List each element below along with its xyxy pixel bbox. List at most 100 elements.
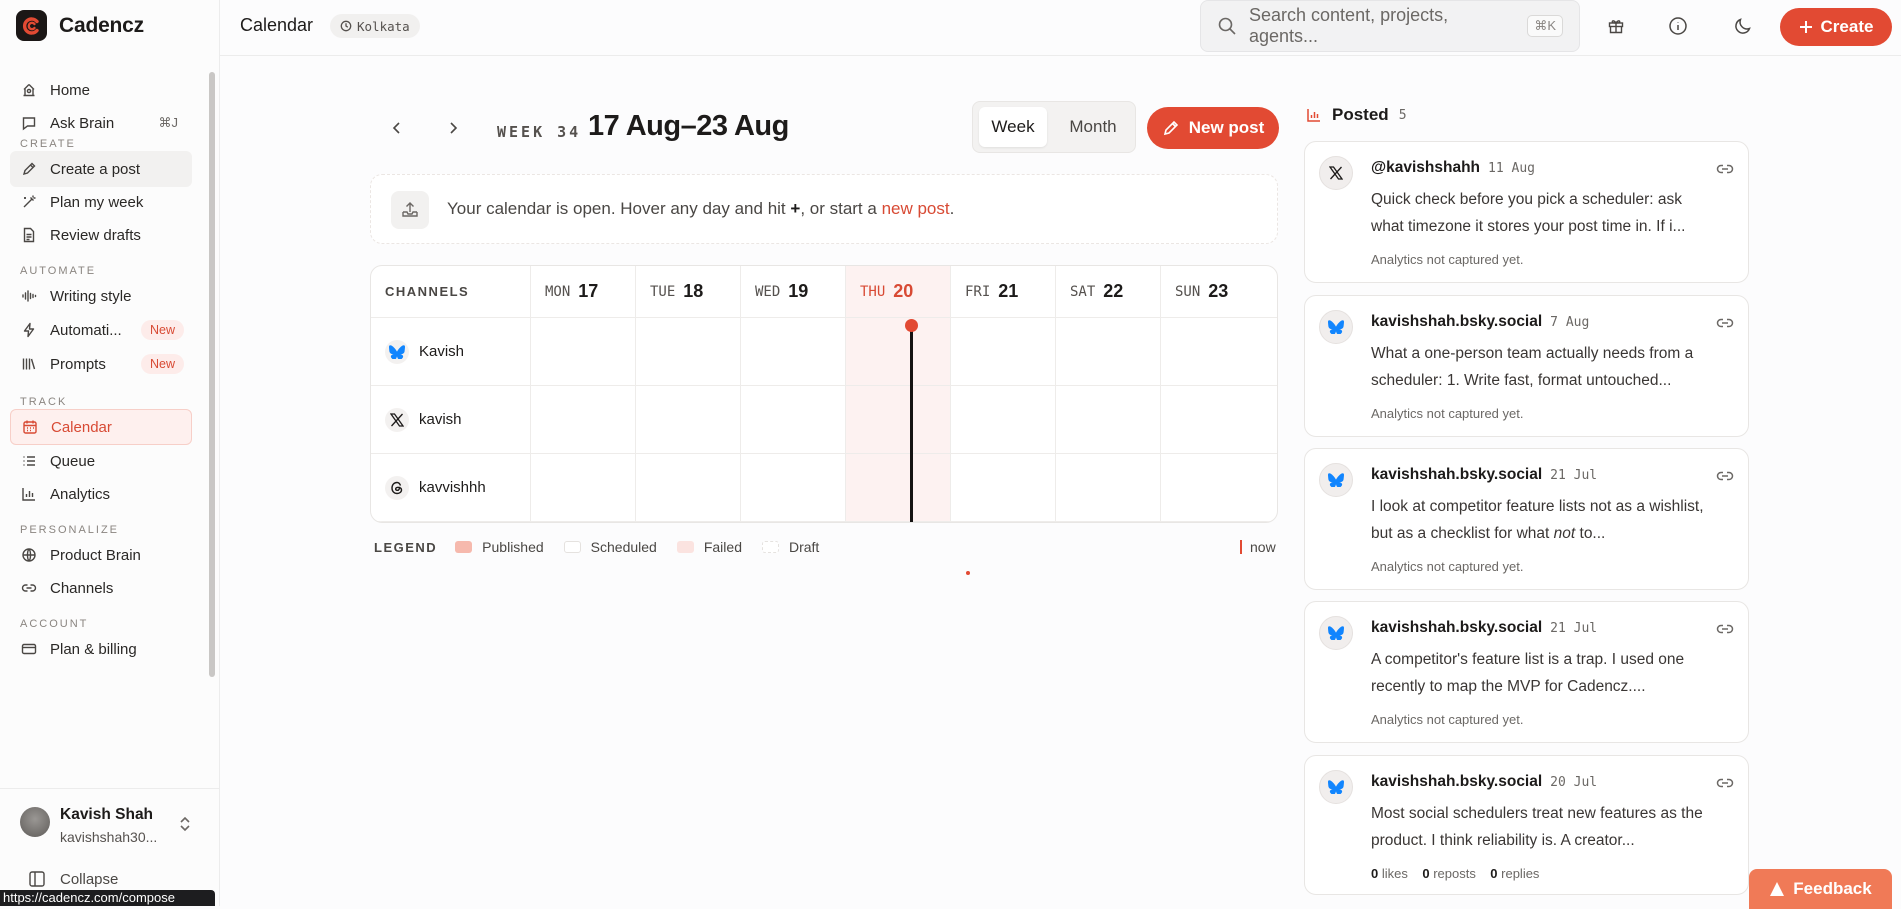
sidebar-item-label: Writing style — [50, 287, 132, 305]
link-icon[interactable] — [1716, 162, 1734, 176]
calendar-cell[interactable] — [741, 454, 846, 522]
calendar-cell[interactable] — [951, 454, 1056, 522]
link-icon[interactable] — [1716, 622, 1734, 636]
new-badge: New — [140, 320, 184, 340]
sidebar-scrollbar[interactable] — [209, 72, 215, 677]
sidebar-item-writing-style[interactable]: Writing style — [10, 278, 192, 314]
calendar-cell[interactable] — [1161, 318, 1277, 386]
sidebar-item-queue[interactable]: Queue — [10, 443, 192, 479]
day-header-wed[interactable]: WED 19 — [741, 266, 846, 318]
section-label-account: ACCOUNT — [20, 618, 89, 630]
timezone-badge[interactable]: Kolkata — [330, 14, 420, 38]
feedback-button[interactable]: Feedback — [1749, 869, 1892, 909]
channel-row-bluesky[interactable]: Kavish — [371, 318, 531, 386]
calendar-cell[interactable] — [741, 318, 846, 386]
calendar-cell[interactable] — [1056, 386, 1161, 454]
link-icon[interactable] — [1716, 316, 1734, 330]
sidebar-item-ask-brain[interactable]: Ask Brain ⌘J — [10, 105, 192, 141]
search-input[interactable]: Search content, projects, agents... ⌘K — [1200, 0, 1580, 52]
posted-card[interactable]: kavishshah.bsky.social 20 Jul Most social … — [1304, 755, 1749, 895]
legend-label: Published — [482, 539, 544, 555]
x-icon — [1319, 156, 1353, 190]
calendar-cell[interactable] — [531, 386, 636, 454]
calendar-cell[interactable] — [951, 318, 1056, 386]
sidebar-item-label: Queue — [50, 452, 96, 470]
day-header-mon[interactable]: MON 17 — [531, 266, 636, 318]
link-icon[interactable] — [1716, 776, 1734, 790]
sidebar-item-analytics[interactable]: Analytics — [10, 476, 192, 512]
post-date: 7 Aug — [1550, 315, 1590, 330]
bluesky-icon — [1319, 770, 1353, 804]
gift-icon[interactable] — [1604, 14, 1628, 38]
pen-icon — [20, 160, 38, 178]
prev-week-button[interactable] — [387, 118, 407, 138]
day-header-fri[interactable]: FRI 21 — [951, 266, 1056, 318]
day-number: 17 — [578, 281, 599, 301]
sidebar-item-plan-week[interactable]: Plan my week — [10, 184, 192, 220]
x-icon — [385, 407, 409, 432]
calendar-cell[interactable] — [1056, 318, 1161, 386]
legend-swatch — [676, 541, 694, 553]
sidebar-item-automations[interactable]: Automati... New — [10, 312, 192, 348]
user-email: kavishshah30... — [60, 829, 158, 845]
new-post-button[interactable]: New post — [1147, 107, 1279, 149]
legend-item-failed: Failed — [676, 539, 742, 555]
week-label: WEEK 34 — [497, 123, 582, 141]
sidebar-item-create-post[interactable]: Create a post — [10, 151, 192, 187]
calendar-open-banner: Your calendar is open. Hover any day and… — [370, 174, 1278, 244]
create-button[interactable]: Create — [1780, 8, 1892, 46]
sidebar-item-label: Product Brain — [50, 546, 141, 564]
calendar-cell[interactable] — [846, 454, 951, 522]
sidebar-item-channels[interactable]: Channels — [10, 570, 192, 606]
calendar-cell[interactable] — [951, 386, 1056, 454]
moon-icon[interactable] — [1731, 14, 1755, 38]
new-post-link[interactable]: new post — [882, 199, 950, 218]
calendar-cell[interactable] — [846, 318, 951, 386]
day-header-thu[interactable]: THU 20 — [846, 266, 951, 318]
posted-card[interactable]: kavishshah.bsky.social 21 Jul I look at co… — [1304, 448, 1749, 590]
calendar-cell[interactable] — [846, 386, 951, 454]
day-header-sun[interactable]: SUN 23 — [1161, 266, 1277, 318]
posted-card[interactable]: kavishshah.bsky.social 7 Aug What a one-pe… — [1304, 295, 1749, 437]
sidebar-item-review-drafts[interactable]: Review drafts — [10, 217, 192, 253]
lightning-icon — [20, 321, 38, 339]
calendar-cell[interactable] — [1161, 386, 1277, 454]
channel-row-x[interactable]: kavish — [371, 386, 531, 454]
sidebar-item-product-brain[interactable]: Product Brain — [10, 537, 192, 573]
view-week-tab[interactable]: Week — [979, 107, 1047, 147]
user-menu[interactable]: Kavish Shah kavishshah30... — [0, 788, 220, 866]
view-month-tab[interactable]: Month — [1055, 107, 1131, 147]
calendar-cell[interactable] — [531, 318, 636, 386]
chevron-left-icon — [392, 122, 400, 134]
logo[interactable]: Cadencz — [16, 10, 144, 41]
sidebar-item-calendar[interactable]: Calendar — [10, 409, 192, 445]
sidebar-item-plan-billing[interactable]: Plan & billing — [10, 631, 192, 667]
sidebar-item-home[interactable]: Home — [10, 72, 192, 108]
info-icon[interactable] — [1666, 14, 1690, 38]
replies-label: replies — [1501, 866, 1540, 881]
calendar-cell[interactable] — [1056, 454, 1161, 522]
posted-card[interactable]: kavishshah.bsky.social 21 Jul A competitor… — [1304, 601, 1749, 743]
bar-chart-icon — [20, 485, 38, 503]
posted-card[interactable]: @kavishshahh 11 Aug Quick check before you… — [1304, 141, 1749, 283]
channel-row-threads[interactable]: kavvishhh — [371, 454, 531, 522]
sidebar-item-label: Prompts — [50, 355, 106, 373]
next-week-button[interactable] — [443, 118, 463, 138]
calendar-cell[interactable] — [636, 318, 741, 386]
topbar: Calendar Kolkata Search content, project… — [220, 0, 1901, 56]
bar-chart-icon — [1306, 107, 1322, 123]
calendar-cell[interactable] — [636, 454, 741, 522]
collapse-button[interactable]: Collapse — [28, 870, 118, 888]
calendar-cell[interactable] — [1161, 454, 1277, 522]
sidebar-nav: Home Ask Brain ⌘J CREATE Create a post P… — [0, 72, 210, 788]
sidebar-item-prompts[interactable]: Prompts New — [10, 346, 192, 382]
banner-text-part: Your calendar is open. Hover any day and… — [447, 199, 791, 218]
sidebar-item-label: Channels — [50, 579, 114, 597]
day-header-sat[interactable]: SAT 22 — [1056, 266, 1161, 318]
calendar-cell[interactable] — [636, 386, 741, 454]
day-header-tue[interactable]: TUE 18 — [636, 266, 741, 318]
calendar-cell[interactable] — [741, 386, 846, 454]
calendar-cell[interactable] — [531, 454, 636, 522]
avatar — [20, 807, 50, 837]
link-icon[interactable] — [1716, 469, 1734, 483]
